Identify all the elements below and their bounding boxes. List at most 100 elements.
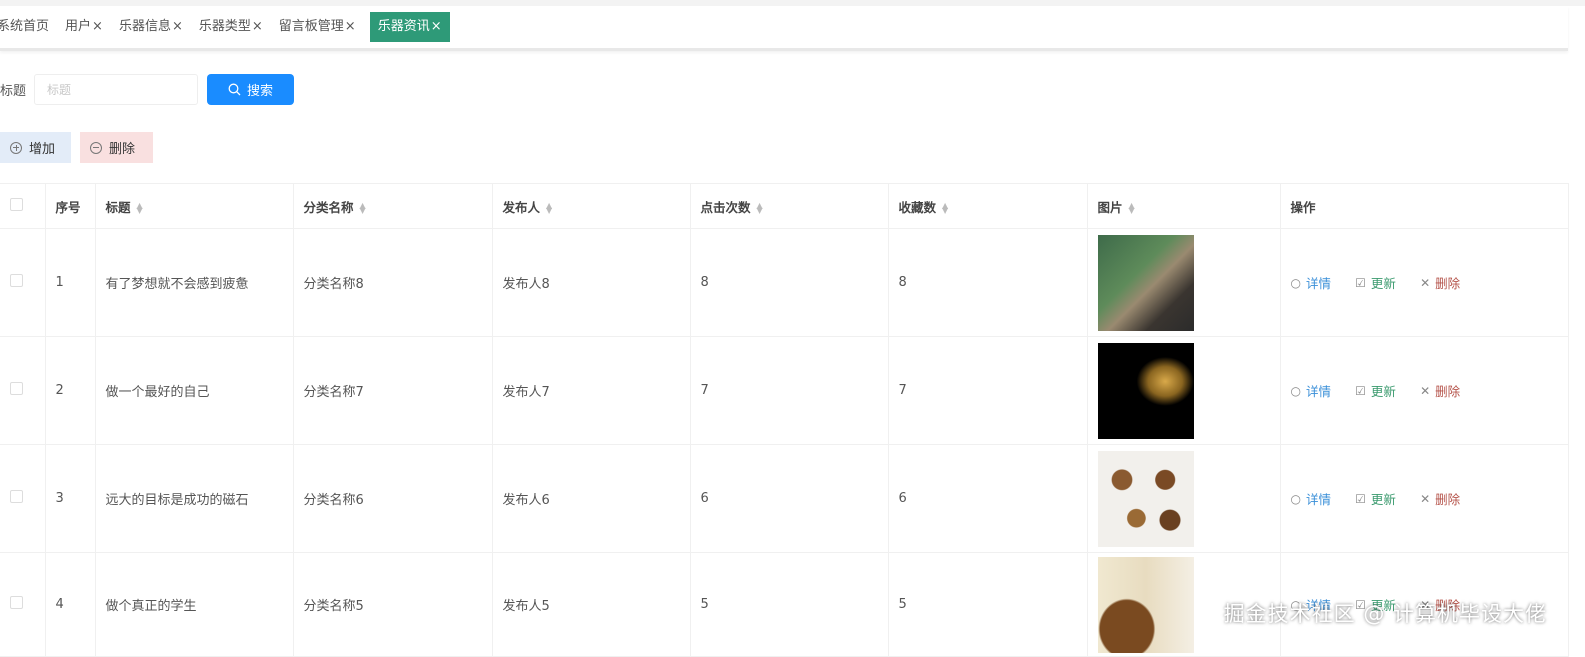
action-bar: 增加 删除 — [0, 132, 153, 163]
sort-icon[interactable]: ▲ ▼ — [757, 202, 763, 215]
instrument-image[interactable] — [1097, 450, 1194, 547]
cell-category: 分类名称6 — [293, 444, 493, 553]
cell-category: 分类名称8 — [293, 228, 493, 337]
search-icon: ○ — [1290, 383, 1301, 398]
minus-circle-icon — [90, 141, 102, 154]
instrument-image[interactable] — [1097, 234, 1194, 331]
cell-title: 有了梦想就不会感到疲惫 — [95, 228, 294, 337]
instrument-image[interactable] — [1097, 556, 1194, 653]
close-icon: ✕ — [1420, 275, 1431, 290]
row-checkbox[interactable] — [10, 382, 23, 395]
instrument-image[interactable] — [1097, 342, 1194, 439]
detail-label: 详情 — [1305, 384, 1331, 399]
tab-instrument-news[interactable]: 乐器资讯× — [369, 12, 450, 42]
title-search-input[interactable] — [34, 74, 198, 105]
col-title[interactable]: 标题 ▲ ▼ — [95, 183, 294, 229]
cell-title: 远大的目标是成功的磁石 — [95, 444, 294, 553]
sort-icon[interactable]: ▲ ▼ — [1129, 202, 1135, 215]
cell-favorites: 6 — [888, 444, 1088, 553]
edit-icon: ☑ — [1355, 491, 1366, 506]
cell-publisher: 发布人8 — [492, 228, 691, 337]
cell-actions: ○ 详情 ☑ 更新 ✕ 删除 — [1280, 336, 1569, 445]
close-icon: ✕ — [1420, 491, 1431, 506]
update-button[interactable]: ☑ 更新 — [1355, 273, 1396, 292]
select-all-cell — [0, 183, 46, 229]
close-icon[interactable]: × — [431, 19, 442, 34]
header-label: 序号 — [55, 199, 81, 215]
close-icon[interactable]: × — [252, 19, 263, 34]
batch-delete-button[interactable]: 删除 — [80, 132, 153, 163]
close-icon[interactable]: × — [172, 19, 183, 34]
update-button[interactable]: ☑ 更新 — [1355, 381, 1396, 400]
col-favorites[interactable]: 收藏数 ▲ ▼ — [888, 183, 1088, 229]
delete-button[interactable]: ✕ 删除 — [1420, 381, 1460, 400]
header-label: 操作 — [1290, 199, 1316, 215]
tab-label: 系统首页 — [0, 19, 50, 34]
add-label: 增加 — [29, 142, 56, 157]
tab-message-board[interactable]: 留言板管理× — [271, 12, 364, 42]
detail-label: 详情 — [1305, 492, 1331, 507]
cell-clicks: 6 — [690, 444, 889, 553]
col-image[interactable]: 图片 ▲ ▼ — [1087, 183, 1281, 229]
cell-index: 2 — [45, 336, 96, 445]
cell-title: 做个真正的学生 — [95, 552, 294, 657]
detail-button[interactable]: ○ 详情 — [1291, 273, 1332, 292]
close-icon[interactable]: × — [345, 19, 356, 34]
header-label: 分类名称 — [303, 199, 354, 215]
delete-label: 删除 — [1435, 276, 1461, 291]
row-checkbox[interactable] — [10, 490, 23, 503]
row-checkbox[interactable] — [10, 274, 23, 287]
update-button[interactable]: ☑ 更新 — [1355, 489, 1396, 508]
update-label: 更新 — [1370, 384, 1396, 399]
title-label: 标题 — [0, 84, 27, 99]
table-row: 2 做一个最好的自己 分类名称7 发布人7 7 7 ○ 详情 ☑ 更新 ✕ 删除 — [0, 336, 1569, 445]
cell-favorites: 5 — [888, 552, 1088, 657]
tab-label: 乐器资讯 — [377, 19, 430, 34]
search-icon — [228, 83, 241, 96]
search-button-label: 搜索 — [246, 84, 273, 99]
col-actions: 操作 — [1280, 183, 1569, 229]
cell-favorites: 7 — [888, 336, 1088, 445]
close-icon[interactable]: × — [92, 19, 103, 34]
col-category[interactable]: 分类名称 ▲ ▼ — [293, 183, 493, 229]
delete-button[interactable]: ✕ 删除 — [1420, 489, 1460, 508]
tab-instrument-type[interactable]: 乐器类型× — [191, 12, 271, 42]
sort-icon[interactable]: ▲ ▼ — [360, 202, 366, 215]
sort-icon[interactable]: ▲ ▼ — [137, 202, 143, 215]
edit-icon: ☑ — [1355, 275, 1366, 290]
tab-users[interactable]: 用户× — [57, 12, 111, 42]
tab-instrument-info[interactable]: 乐器信息× — [111, 12, 191, 42]
header-label: 点击次数 — [700, 199, 751, 215]
delete-label: 删除 — [1435, 384, 1461, 399]
detail-button[interactable]: ○ 详情 — [1291, 489, 1332, 508]
search-form: 标题 搜索 — [0, 74, 294, 105]
detail-label: 详情 — [1305, 276, 1331, 291]
sort-icon[interactable]: ▲ ▼ — [546, 202, 552, 215]
select-all-checkbox[interactable] — [10, 198, 23, 211]
table-header: 序号 标题 ▲ ▼ 分类名称 ▲ ▼ 发布人 ▲ ▼ 点击次数 ▲ ▼ 收藏数 ▲ ▼ 图片 ▲ ▼ 操… — [0, 183, 1569, 229]
search-icon: ○ — [1290, 275, 1301, 290]
cell-clicks: 5 — [690, 552, 889, 657]
col-publisher[interactable]: 发布人 ▲ ▼ — [492, 183, 691, 229]
cell-clicks: 7 — [690, 336, 889, 445]
edit-icon: ☑ — [1355, 383, 1366, 398]
update-label: 更新 — [1370, 492, 1396, 507]
row-checkbox[interactable] — [10, 596, 23, 609]
header-label: 发布人 — [502, 199, 541, 215]
search-button[interactable]: 搜索 — [207, 74, 294, 105]
col-clicks[interactable]: 点击次数 ▲ ▼ — [690, 183, 889, 229]
delete-button[interactable]: ✕ 删除 — [1420, 273, 1460, 292]
cell-actions: ○ 详情 ☑ 更新 ✕ 删除 — [1280, 228, 1569, 337]
cell-title: 做一个最好的自己 — [95, 336, 294, 445]
cell-actions: ○ 详情 ☑ 更新 ✕ 删除 — [1280, 444, 1569, 553]
cell-category: 分类名称5 — [293, 552, 493, 657]
tab-home[interactable]: 系统首页 — [0, 12, 57, 42]
sort-icon[interactable]: ▲ ▼ — [942, 202, 948, 215]
close-icon: ✕ — [1420, 383, 1431, 398]
detail-button[interactable]: ○ 详情 — [1291, 381, 1332, 400]
add-button[interactable]: 增加 — [0, 132, 71, 163]
row-select-cell — [0, 336, 46, 445]
header-label: 图片 — [1097, 199, 1123, 215]
watermark: 掘金技术社区 @ 计算机毕设大佬 — [1223, 602, 1547, 626]
header-label: 收藏数 — [898, 199, 937, 215]
